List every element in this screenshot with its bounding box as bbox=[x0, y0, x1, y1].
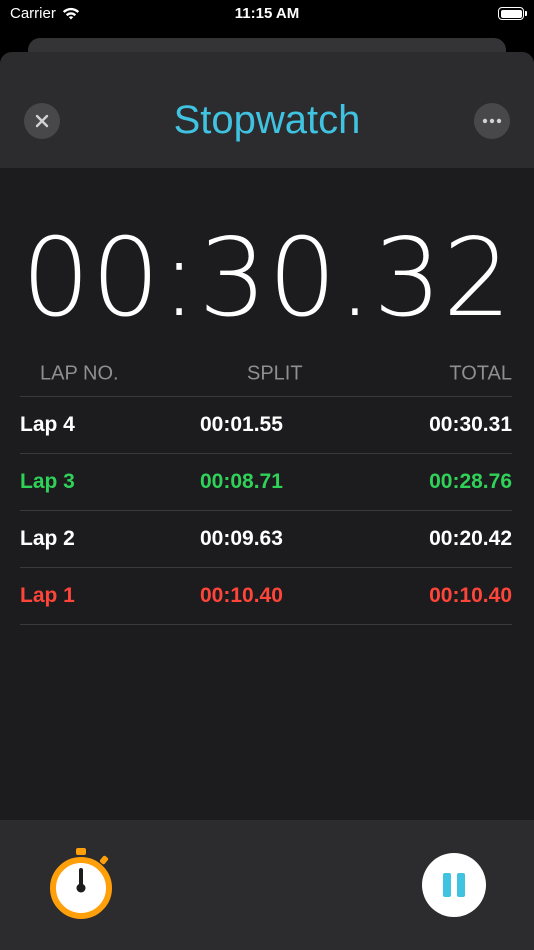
lap-total: 00:28.76 bbox=[429, 470, 512, 493]
table-row: Lap 4 00:01.55 00:30.31 bbox=[20, 397, 512, 454]
table-row: Lap 1 00:10.40 00:10.40 bbox=[20, 568, 512, 625]
lap-total: 00:20.42 bbox=[429, 527, 512, 550]
lap-split: 00:10.40 bbox=[200, 584, 283, 607]
header-lap-no: LAP NO. bbox=[40, 362, 119, 385]
laps-table: LAP NO. SPLIT TOTAL Lap 4 00:01.55 00:30… bbox=[20, 352, 512, 625]
pause-button[interactable] bbox=[422, 853, 486, 917]
table-row: Lap 2 00:09.63 00:20.42 bbox=[20, 511, 512, 568]
more-button[interactable] bbox=[474, 103, 510, 139]
lap-label: Lap 3 bbox=[20, 470, 75, 493]
laps-table-header: LAP NO. SPLIT TOTAL bbox=[20, 352, 512, 397]
lap-label: Lap 1 bbox=[20, 584, 75, 607]
header-total: TOTAL bbox=[449, 362, 512, 385]
stopwatch-button[interactable] bbox=[46, 848, 116, 920]
stopwatch-sheet: Stopwatch 00:30.32 LAP NO. SPLIT TOTAL L… bbox=[0, 52, 534, 950]
timer-display: 00:30.32 bbox=[21, 216, 513, 341]
lap-total: 00:10.40 bbox=[429, 584, 512, 607]
lap-split: 00:08.71 bbox=[200, 470, 283, 493]
lap-split: 00:09.63 bbox=[200, 527, 283, 550]
lap-split: 00:01.55 bbox=[200, 413, 283, 436]
header-split: SPLIT bbox=[247, 362, 303, 385]
stopwatch-icon bbox=[50, 848, 112, 919]
lap-label: Lap 4 bbox=[20, 413, 75, 436]
pause-icon bbox=[443, 873, 451, 897]
bottom-toolbar bbox=[0, 820, 534, 950]
lap-label: Lap 2 bbox=[20, 527, 75, 550]
status-bar: Carrier 11:15 AM bbox=[0, 0, 534, 30]
table-row: Lap 3 00:08.71 00:28.76 bbox=[20, 454, 512, 511]
lap-total: 00:30.31 bbox=[429, 413, 512, 436]
status-time: 11:15 AM bbox=[234, 5, 300, 22]
battery-icon bbox=[498, 7, 527, 20]
more-icon bbox=[482, 118, 502, 124]
page-title: Stopwatch bbox=[173, 98, 361, 142]
sheet-header: Stopwatch bbox=[0, 52, 534, 168]
